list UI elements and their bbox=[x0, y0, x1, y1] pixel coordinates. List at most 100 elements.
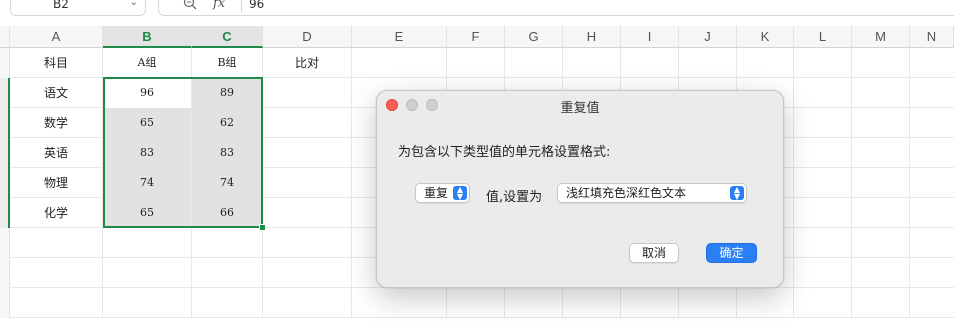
grid-cell[interactable] bbox=[910, 138, 954, 168]
column-header-k[interactable]: K bbox=[737, 26, 794, 48]
cell-compare[interactable] bbox=[263, 168, 352, 198]
grid-cell[interactable] bbox=[621, 288, 679, 318]
column-header-h[interactable]: H bbox=[563, 26, 621, 48]
grid-cell[interactable] bbox=[910, 78, 954, 108]
cell-a-score[interactable]: 65 bbox=[103, 108, 192, 138]
column-header-e[interactable]: E bbox=[352, 26, 447, 48]
select-all-corner[interactable] bbox=[0, 26, 10, 48]
formula-input-area[interactable]: fx 96 bbox=[158, 0, 954, 16]
row-header[interactable] bbox=[0, 48, 10, 78]
grid-cell[interactable] bbox=[852, 258, 910, 288]
cell-f1[interactable] bbox=[447, 48, 505, 78]
cell-subject[interactable]: 语文 bbox=[10, 78, 103, 108]
grid-cell[interactable] bbox=[192, 288, 263, 318]
grid-cell[interactable] bbox=[263, 288, 352, 318]
column-header-j[interactable]: J bbox=[679, 26, 737, 48]
cell-i1[interactable] bbox=[621, 48, 679, 78]
fill-handle[interactable] bbox=[259, 224, 266, 231]
grid-cell[interactable] bbox=[794, 78, 852, 108]
grid-cell[interactable] bbox=[447, 288, 505, 318]
grid-cell[interactable] bbox=[352, 288, 447, 318]
grid-cell[interactable] bbox=[852, 138, 910, 168]
cell-a-score[interactable]: 65 bbox=[103, 198, 192, 228]
grid-cell[interactable] bbox=[263, 228, 352, 258]
grid-cell[interactable] bbox=[103, 228, 192, 258]
grid-cell[interactable] bbox=[737, 288, 794, 318]
cell-subject[interactable]: 化学 bbox=[10, 198, 103, 228]
column-header-c[interactable]: C bbox=[192, 26, 263, 48]
column-header-m[interactable]: M bbox=[852, 26, 910, 48]
cell-n1[interactable] bbox=[910, 48, 954, 78]
name-box[interactable]: B2 ⌄ bbox=[10, 0, 146, 16]
cell-compare[interactable] bbox=[263, 108, 352, 138]
grid-cell[interactable] bbox=[10, 258, 103, 288]
grid-cell[interactable] bbox=[852, 168, 910, 198]
cell-compare[interactable] bbox=[263, 198, 352, 228]
cell-g1[interactable] bbox=[505, 48, 563, 78]
row-header[interactable] bbox=[0, 288, 10, 318]
grid-cell[interactable] bbox=[10, 228, 103, 258]
chevron-down-icon[interactable]: ⌄ bbox=[130, 0, 138, 8]
grid-cell[interactable] bbox=[794, 258, 852, 288]
grid-cell[interactable] bbox=[910, 258, 954, 288]
row-header[interactable] bbox=[0, 108, 10, 138]
cell-a-score[interactable]: 96 bbox=[103, 78, 192, 108]
column-header-a[interactable]: A bbox=[10, 26, 103, 48]
grid-cell[interactable] bbox=[794, 198, 852, 228]
cell-subject[interactable]: 英语 bbox=[10, 138, 103, 168]
cell-subject[interactable]: 数学 bbox=[10, 108, 103, 138]
row-header[interactable] bbox=[0, 138, 10, 168]
column-header-g[interactable]: G bbox=[505, 26, 563, 48]
grid-cell[interactable] bbox=[794, 168, 852, 198]
column-header-n[interactable]: N bbox=[910, 26, 954, 48]
cell-j1[interactable] bbox=[679, 48, 737, 78]
grid-cell[interactable] bbox=[852, 108, 910, 138]
grid-cell[interactable] bbox=[103, 258, 192, 288]
grid-cell[interactable] bbox=[192, 258, 263, 288]
grid-cell[interactable] bbox=[103, 288, 192, 318]
grid-cell[interactable] bbox=[794, 288, 852, 318]
cell-e1[interactable] bbox=[352, 48, 447, 78]
grid-cell[interactable] bbox=[794, 138, 852, 168]
grid-cell[interactable] bbox=[794, 228, 852, 258]
cell-h1[interactable] bbox=[563, 48, 621, 78]
cell-k1[interactable] bbox=[737, 48, 794, 78]
zoom-icon[interactable] bbox=[183, 0, 197, 10]
grid-cell[interactable] bbox=[910, 108, 954, 138]
grid-cell[interactable] bbox=[910, 288, 954, 318]
cell-b-score[interactable]: 89 bbox=[192, 78, 263, 108]
row-header[interactable] bbox=[0, 78, 10, 108]
column-header-l[interactable]: L bbox=[794, 26, 852, 48]
cell-compare[interactable] bbox=[263, 78, 352, 108]
grid-cell[interactable] bbox=[679, 288, 737, 318]
column-header-b[interactable]: B bbox=[103, 26, 192, 48]
grid-cell[interactable] bbox=[852, 228, 910, 258]
grid-cell[interactable] bbox=[910, 198, 954, 228]
cell-a1[interactable]: 科目 bbox=[10, 48, 103, 78]
format-style-select[interactable]: 浅红填充色深红色文本 ▲ ▼ bbox=[557, 183, 747, 203]
grid-cell[interactable] bbox=[192, 228, 263, 258]
ok-button[interactable]: 确定 bbox=[706, 243, 757, 263]
cell-a-score[interactable]: 74 bbox=[103, 168, 192, 198]
cell-b-score[interactable]: 66 bbox=[192, 198, 263, 228]
grid-cell[interactable] bbox=[852, 288, 910, 318]
column-header-i[interactable]: I bbox=[621, 26, 679, 48]
grid-cell[interactable] bbox=[910, 228, 954, 258]
row-header[interactable] bbox=[0, 258, 10, 288]
grid-cell[interactable] bbox=[794, 108, 852, 138]
dialog-titlebar[interactable]: 重复值 bbox=[377, 91, 783, 119]
cell-compare[interactable] bbox=[263, 138, 352, 168]
grid-cell[interactable] bbox=[10, 288, 103, 318]
column-header-f[interactable]: F bbox=[447, 26, 505, 48]
cancel-button[interactable]: 取消 bbox=[629, 243, 679, 263]
cell-a-score[interactable]: 83 bbox=[103, 138, 192, 168]
value-type-select[interactable]: 重复 ▲ ▼ bbox=[415, 183, 470, 203]
cell-c1[interactable]: B组 bbox=[192, 48, 263, 78]
row-header[interactable] bbox=[0, 228, 10, 258]
row-header[interactable] bbox=[0, 168, 10, 198]
cell-subject[interactable]: 物理 bbox=[10, 168, 103, 198]
grid-cell[interactable] bbox=[910, 168, 954, 198]
row-header[interactable] bbox=[0, 198, 10, 228]
cell-m1[interactable] bbox=[852, 48, 910, 78]
cell-b-score[interactable]: 83 bbox=[192, 138, 263, 168]
